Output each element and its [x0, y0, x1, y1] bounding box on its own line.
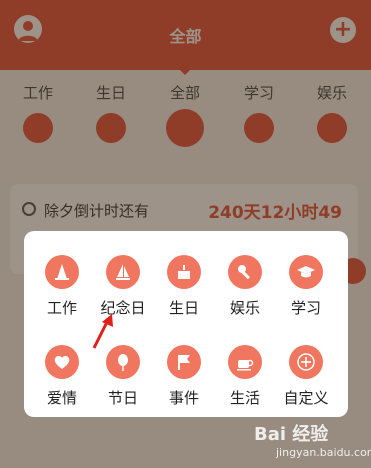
category-label: 娱乐	[229, 299, 260, 317]
category-label: 爱情	[46, 389, 77, 407]
annotation-arrow-icon	[92, 314, 113, 349]
category-birthday[interactable]: 生日	[152, 255, 216, 318]
graduation-cap-icon	[289, 255, 323, 289]
category-label: 事件	[168, 389, 199, 407]
category-label: 节日	[107, 389, 138, 407]
category-entertainment[interactable]: 娱乐	[213, 255, 277, 318]
heart-icon	[45, 345, 79, 379]
category-event[interactable]: 事件	[152, 345, 216, 408]
add-circle-icon	[289, 345, 323, 379]
sail-icon	[106, 255, 140, 289]
coffee-cup-icon	[228, 345, 262, 379]
category-label: 生日	[168, 299, 199, 317]
cone-icon	[45, 255, 79, 289]
category-holiday[interactable]: 节日	[91, 345, 155, 408]
category-label: 自定义	[283, 389, 329, 407]
watermark-url: jingyan.baidu.com	[276, 446, 371, 459]
category-study[interactable]: 学习	[274, 255, 338, 318]
category-anniversary[interactable]: 纪念日	[91, 255, 155, 318]
category-life[interactable]: 生活	[213, 345, 277, 408]
category-label: 学习	[290, 299, 321, 317]
category-custom[interactable]: 自定义	[274, 345, 338, 408]
category-label: 工作	[46, 299, 77, 317]
watermark-logo: Bai 经验	[254, 424, 329, 445]
category-picker-popup: 工作 纪念日 生日 娱乐 学习 爱情 节日 事件 生活 自定义	[24, 231, 348, 417]
cake-icon	[167, 255, 201, 289]
category-label: 生活	[229, 389, 260, 407]
category-love[interactable]: 爱情	[30, 345, 94, 408]
microphone-icon	[228, 255, 262, 289]
category-work[interactable]: 工作	[30, 255, 94, 318]
flag-icon	[167, 345, 201, 379]
